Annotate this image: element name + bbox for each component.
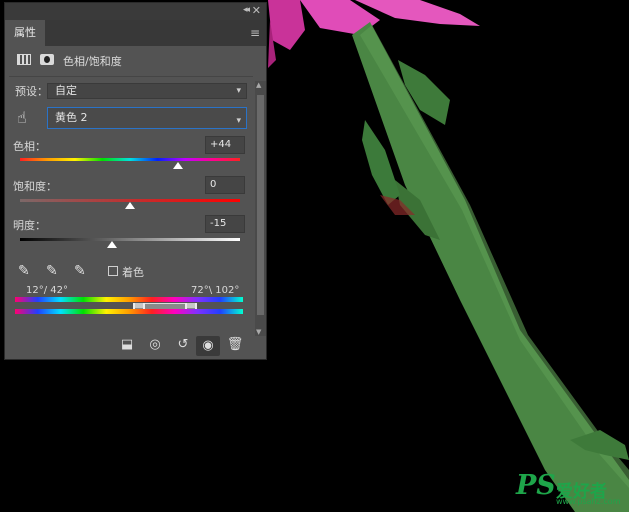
chevron-down-icon: ▾ — [236, 86, 241, 96]
delete-trash-icon[interactable]: 🗑 — [225, 337, 245, 352]
panel-menu-icon[interactable]: ≡ — [250, 26, 260, 40]
divider — [9, 76, 253, 77]
input-color-bar — [15, 297, 243, 302]
lightness-slider-track[interactable] — [20, 238, 240, 241]
adjustment-title: 色相/饱和度 — [63, 55, 122, 68]
output-color-bar — [15, 309, 243, 314]
eyedropper-add-icon[interactable]: ✎ — [46, 263, 58, 279]
panel-scrollbar[interactable]: ▲ ▼ — [255, 81, 266, 336]
hue-label: 色相： — [13, 140, 46, 153]
range-left-values: 12°/ 42° — [26, 285, 68, 296]
saturation-slider-thumb[interactable] — [125, 202, 135, 209]
panel-bottom-bar: ⬓ ◎ ↺ ◉ 🗑 — [5, 333, 266, 359]
collapse-icon[interactable]: ◂◂ — [243, 5, 250, 15]
scroll-up-icon[interactable]: ▲ — [256, 81, 261, 89]
adjustment-layer-icon — [17, 54, 31, 65]
targeted-adjustment-hand-icon[interactable]: ☝ — [17, 108, 27, 127]
chevron-down-icon: ▾ — [236, 116, 241, 126]
lightness-slider-thumb[interactable] — [107, 241, 118, 248]
range-falloff-left — [135, 303, 143, 308]
watermark-logo: PS — [516, 470, 556, 501]
panel-tab-row: 属性 ≡ — [5, 20, 266, 46]
hue-input[interactable]: +44 — [205, 136, 245, 154]
colorize-label: 着色 — [122, 266, 144, 279]
clip-to-layer-icon[interactable]: ⬓ — [117, 337, 137, 352]
hue-slider-track[interactable] — [20, 158, 240, 161]
eyedropper-icon[interactable]: ✎ — [18, 263, 30, 279]
scroll-thumb[interactable] — [257, 95, 264, 315]
close-icon[interactable]: ✕ — [252, 4, 261, 17]
panel-title-bar[interactable]: ◂◂ ✕ — [5, 3, 266, 20]
adjustment-header: 色相/饱和度 — [5, 46, 266, 76]
channel-value: 黄色 2 — [55, 111, 88, 124]
view-previous-state-icon[interactable]: ◎ — [145, 337, 165, 352]
range-right-values: 72°\ 102° — [191, 285, 240, 296]
reset-icon[interactable]: ↺ — [173, 337, 193, 352]
saturation-label: 饱和度： — [13, 180, 57, 193]
preset-value: 自定 — [55, 84, 77, 97]
watermark-url: www.psahz.com — [556, 497, 621, 506]
lightness-label: 明度： — [13, 219, 46, 232]
preset-dropdown[interactable]: 自定 ▾ — [47, 83, 247, 99]
visibility-eye-icon[interactable]: ◉ — [196, 336, 220, 356]
lightness-input[interactable]: -15 — [205, 215, 245, 233]
colorize-checkbox[interactable] — [108, 266, 118, 276]
range-falloff-right — [187, 303, 195, 308]
hue-slider-thumb[interactable] — [173, 162, 184, 169]
preset-label: 预设： — [15, 85, 48, 98]
tab-properties[interactable]: 属性 — [5, 20, 45, 46]
properties-panel: ◂◂ ✕ 属性 ≡ 色相/饱和度 预设： 自定 ▾ ☝ 黄色 2 ▾ 色相： +… — [4, 2, 267, 360]
layer-mask-icon[interactable] — [40, 54, 54, 65]
saturation-input[interactable]: 0 — [205, 176, 245, 194]
eyedropper-subtract-icon[interactable]: ✎ — [74, 263, 86, 279]
channel-dropdown[interactable]: 黄色 2 ▾ — [47, 107, 247, 129]
